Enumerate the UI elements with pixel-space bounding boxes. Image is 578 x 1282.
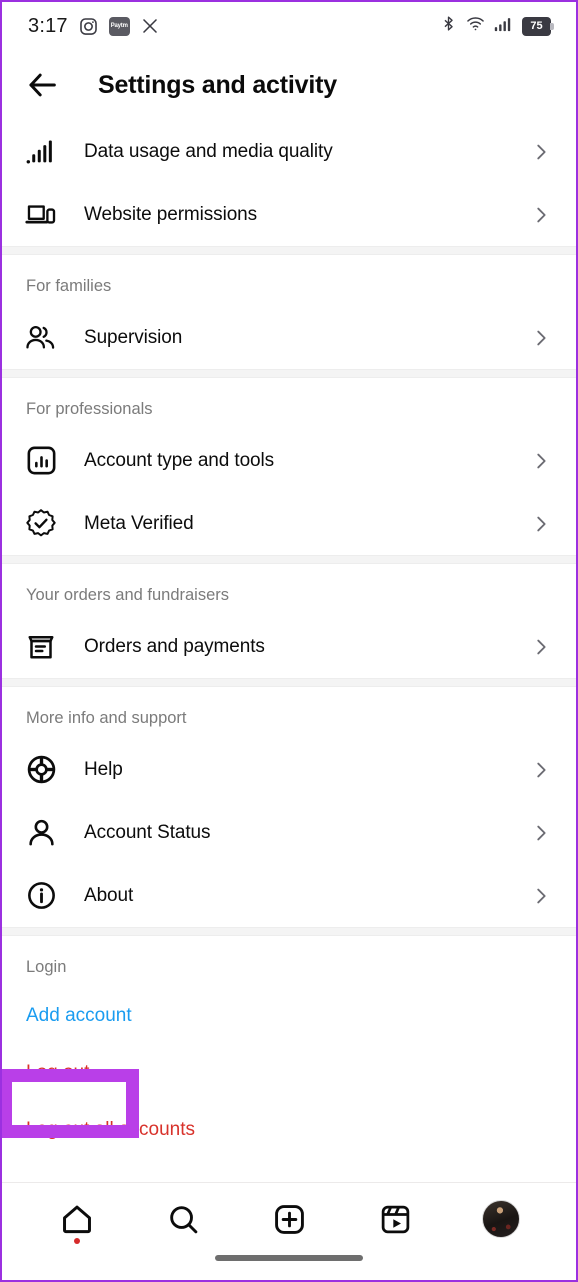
row-label: About bbox=[84, 884, 134, 906]
signal-bars-icon bbox=[24, 135, 58, 169]
chevron-right-icon bbox=[530, 759, 552, 781]
row-about[interactable]: About bbox=[2, 864, 576, 927]
chevron-right-icon bbox=[530, 885, 552, 907]
nav-reels[interactable] bbox=[374, 1198, 416, 1240]
row-label: Website permissions bbox=[84, 203, 258, 225]
battery-level: 75 bbox=[522, 16, 551, 36]
section-label-login: Login bbox=[26, 958, 67, 976]
row-label: Account Status bbox=[84, 821, 211, 843]
log-out-button[interactable]: Log out bbox=[2, 1044, 576, 1101]
chevron-right-icon bbox=[530, 450, 552, 472]
settings-section-professionals: For professionals Account type and tools bbox=[2, 378, 576, 555]
row-label: Account type and tools bbox=[84, 449, 275, 471]
row-data-usage[interactable]: Data usage and media quality bbox=[2, 120, 576, 183]
cellular-signal-icon bbox=[494, 15, 513, 38]
box-receipt-icon bbox=[24, 630, 58, 664]
page-title: Settings and activity bbox=[98, 70, 337, 99]
laptop-phone-icon bbox=[24, 198, 58, 232]
row-help[interactable]: Help bbox=[2, 738, 576, 801]
verified-badge-icon bbox=[24, 507, 58, 541]
people-icon bbox=[24, 321, 58, 355]
section-label: For families bbox=[26, 277, 112, 295]
row-label: Meta Verified bbox=[84, 512, 194, 534]
add-account-button[interactable]: Add account bbox=[2, 987, 576, 1044]
row-meta-verified[interactable]: Meta Verified bbox=[2, 492, 576, 555]
section-label: More info and support bbox=[26, 709, 187, 727]
info-circle-icon bbox=[24, 879, 58, 913]
status-bar-right: 75 bbox=[440, 14, 554, 38]
status-bar: 3:17 Paytm 75 bbox=[2, 2, 576, 50]
gesture-pill bbox=[215, 1255, 363, 1261]
bluetooth-icon bbox=[440, 15, 457, 37]
row-label: Supervision bbox=[84, 326, 183, 348]
battery-tip bbox=[550, 22, 554, 30]
bottom-bar bbox=[2, 1182, 576, 1280]
row-website-permissions[interactable]: Website permissions bbox=[2, 183, 576, 246]
chevron-right-icon bbox=[530, 636, 552, 658]
row-orders-and-payments[interactable]: Orders and payments bbox=[2, 615, 576, 678]
phone-screen: 3:17 Paytm 75 Settings and activity Data… bbox=[0, 0, 578, 1282]
chevron-right-icon bbox=[530, 822, 552, 844]
section-label: For professionals bbox=[26, 400, 153, 418]
bottom-nav bbox=[2, 1183, 576, 1255]
section-divider bbox=[2, 678, 576, 687]
row-account-status[interactable]: Account Status bbox=[2, 801, 576, 864]
section-divider bbox=[2, 927, 576, 936]
nav-create[interactable] bbox=[268, 1198, 310, 1240]
nav-search[interactable] bbox=[162, 1198, 204, 1240]
paytm-icon: Paytm bbox=[108, 16, 130, 36]
log-out-all-accounts-button[interactable]: Log out all accounts bbox=[2, 1101, 576, 1158]
profile-avatar bbox=[482, 1200, 520, 1238]
instagram-icon bbox=[79, 17, 98, 36]
gesture-bar bbox=[2, 1255, 576, 1280]
chevron-right-icon bbox=[530, 204, 552, 226]
section-divider bbox=[2, 555, 576, 564]
section-divider bbox=[2, 369, 576, 378]
chevron-right-icon bbox=[530, 513, 552, 535]
nav-profile[interactable] bbox=[480, 1198, 522, 1240]
settings-section-orders: Your orders and fundraisers Orders and p… bbox=[2, 564, 576, 678]
row-supervision[interactable]: Supervision bbox=[2, 306, 576, 369]
status-time: 3:17 bbox=[28, 14, 68, 37]
wifi-icon bbox=[466, 14, 485, 38]
chevron-right-icon bbox=[530, 327, 552, 349]
x-icon bbox=[141, 17, 159, 35]
bar-chart-square-icon bbox=[24, 444, 58, 478]
home-badge-dot bbox=[74, 1238, 80, 1244]
person-icon bbox=[24, 816, 58, 850]
page-header: Settings and activity bbox=[2, 50, 576, 120]
settings-section-families: For families Supervision bbox=[2, 255, 576, 369]
section-label: Your orders and fundraisers bbox=[26, 586, 230, 604]
settings-section-support: More info and support Help Account Statu… bbox=[2, 687, 576, 927]
row-label: Data usage and media quality bbox=[84, 140, 333, 162]
lifebuoy-icon bbox=[24, 753, 58, 787]
nav-home[interactable] bbox=[56, 1198, 98, 1244]
back-button[interactable] bbox=[26, 68, 60, 102]
settings-section-top: Data usage and media quality Website per… bbox=[2, 120, 576, 246]
row-label: Orders and payments bbox=[84, 635, 265, 657]
chevron-right-icon bbox=[530, 141, 552, 163]
section-divider bbox=[2, 246, 576, 255]
row-label: Help bbox=[84, 758, 123, 780]
battery-icon: 75 bbox=[522, 16, 554, 36]
status-bar-left: 3:17 Paytm bbox=[28, 15, 159, 38]
row-account-type-and-tools[interactable]: Account type and tools bbox=[2, 429, 576, 492]
login-section: Login Add account Log out Log out all ac… bbox=[2, 936, 576, 1158]
